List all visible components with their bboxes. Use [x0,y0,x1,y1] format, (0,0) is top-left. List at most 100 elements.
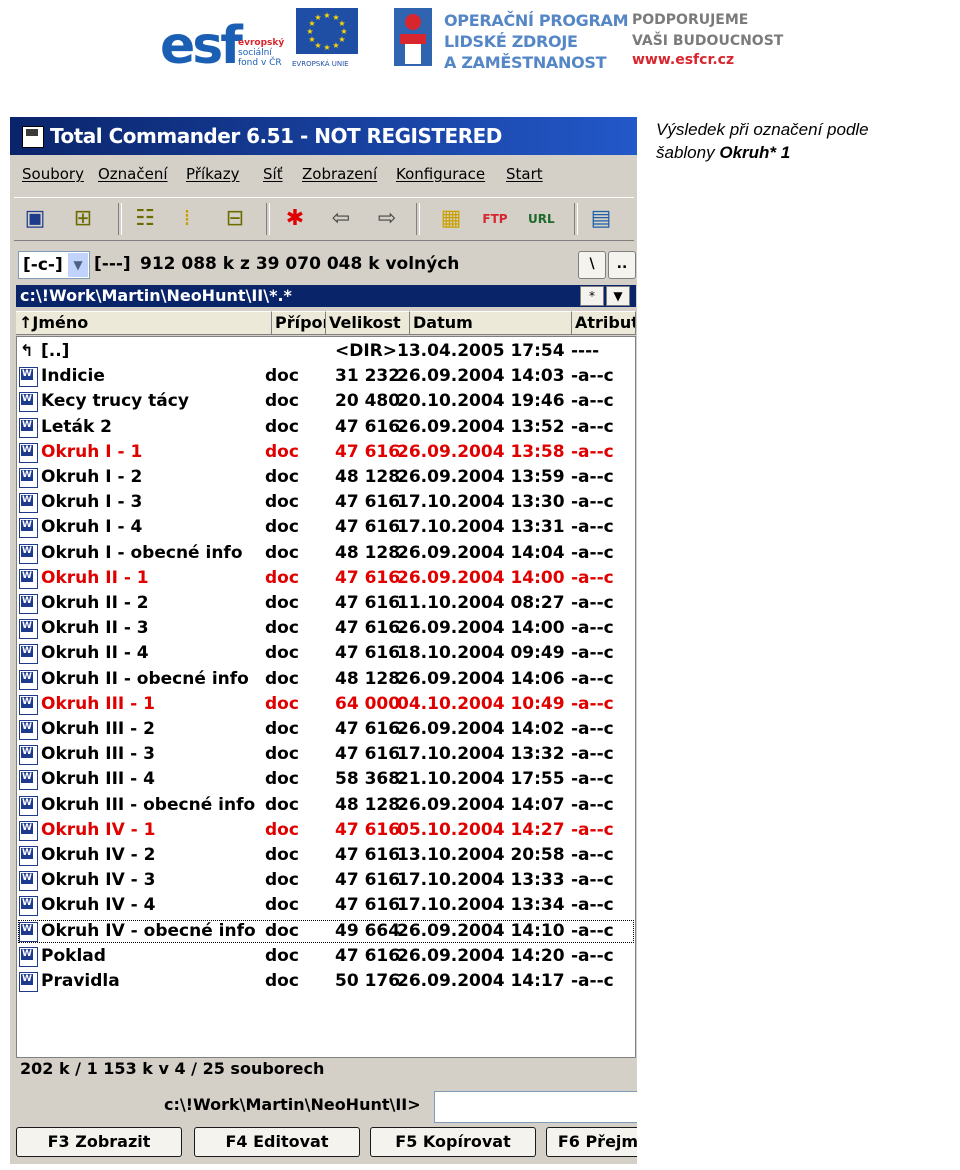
menu-prikazy[interactable]: Příkazy [186,165,239,183]
app-icon[interactable] [22,126,44,148]
toolbar-separator [416,203,420,235]
history-button[interactable]: * [580,286,604,306]
caption-template: Okruh* 1 [719,143,791,162]
file-row[interactable]: Okruh III - obecné info doc 48 12826.09.20… [17,793,635,818]
file-row[interactable]: Okruh II - obecné info doc 48 12826.09.200… [17,667,635,692]
command-line: c:\!Work\Martin\NeoHunt\II> [10,1089,637,1125]
column-attributes[interactable]: Atributy [572,311,636,335]
file-name: Okruh I - 1 [41,441,143,462]
word-document-icon [19,770,38,791]
file-extension: doc [265,845,299,865]
f6-move-button[interactable]: F6 Přejmenovat [546,1127,637,1157]
menu-sit[interactable]: Síť [263,165,283,183]
brief-view-icon[interactable]: ⁞ [174,206,200,232]
parent-dir-button[interactable]: .. [608,251,636,279]
refresh-icon[interactable]: ▣ [22,206,48,232]
file-row[interactable]: Okruh I - 3 doc 47 61617.10.2004 13:30 -a--… [17,490,635,515]
file-row[interactable]: Okruh II - 4 doc 47 61618.10.2004 09:49 -a-… [17,641,635,666]
file-size: 47 616 [335,416,401,437]
file-row[interactable]: Okruh III - 1 doc 64 00004.10.2004 10:49 -a… [17,692,635,717]
file-row[interactable]: Okruh IV - 4 doc 47 61617.10.2004 13:34 -a-… [17,893,635,918]
esf-logo: esf evropský sociální fond v ČR [160,4,292,74]
file-row[interactable]: Okruh IV - obecné info doc 49 66426.09.200… [17,919,635,944]
file-row[interactable]: Okruh II - 1 doc 47 61626.09.2004 14:00 -a-… [17,566,635,591]
file-name: Okruh II - 1 [41,567,149,588]
function-key-bar: F3 Zobrazit F4 Editovat F5 Kopírovat F6 … [10,1125,637,1161]
file-row[interactable]: Okruh II - 3 doc 47 61626.09.2004 14:00 -a-… [17,616,635,641]
file-date: 13.04.2005 17:54 [397,341,565,361]
file-row[interactable]: Leták 2 doc 47 61626.09.2004 13:52 -a--c [17,415,635,440]
menu-start[interactable]: Start [506,165,543,183]
file-row[interactable]: [..] <DIR>13.04.2005 17:54 ---- [17,339,635,364]
root-dir-button[interactable]: \ [578,251,606,279]
menu-oznaceni[interactable]: Označení [98,165,168,183]
file-size: 47 616 [335,618,401,639]
op-title: OPERAČNÍ PROGRAM LIDSKÉ ZDROJE A ZAMĚSTN… [444,11,629,72]
command-input[interactable] [434,1091,637,1123]
file-row[interactable]: Indicie doc 31 23226.09.2004 14:03 -a--c [17,364,635,389]
file-row[interactable]: Okruh I - obecné info doc 48 12826.09.2004… [17,541,635,566]
menu-zobrazeni[interactable]: Zobrazení [302,165,377,183]
file-size: 47 616 [335,492,401,513]
title-bar[interactable]: Total Commander 6.51 - NOT REGISTERED [10,117,637,155]
file-date: 26.09.2004 14:10 [397,920,565,941]
column-size[interactable]: Velikost [326,311,410,335]
file-row[interactable]: Okruh II - 2 doc 47 61611.10.2004 08:27 -a-… [17,591,635,616]
word-document-icon [19,392,38,413]
chevron-down-icon[interactable]: ▼ [68,253,88,277]
hotlist-button[interactable]: ▼ [606,286,630,306]
file-extension: doc [265,819,299,840]
menu-soubory[interactable]: Soubory [22,165,84,183]
column-extension[interactable]: Přípona [272,311,326,335]
file-row[interactable]: Okruh IV - 2 doc 47 61613.10.2004 20:58 -a-… [17,843,635,868]
url-icon[interactable]: URL [528,206,555,232]
file-row[interactable]: Okruh III - 4 doc 58 36821.10.2004 17:55 -a… [17,767,635,792]
f5-copy-button[interactable]: F5 Kopírovat [370,1127,536,1157]
file-row[interactable]: Okruh IV - 3 doc 47 61617.10.2004 13:33 -a-… [17,868,635,893]
full-view-icon[interactable]: ⊟ [222,206,248,232]
file-name: [..] [41,341,70,361]
file-date: 04.10.2004 10:49 [397,693,565,714]
forward-icon[interactable]: ⇨ [374,206,400,232]
file-row[interactable]: Okruh I - 4 doc 47 61617.10.2004 13:31 -a--… [17,515,635,540]
file-size: 47 616 [335,819,401,840]
file-attributes: -a--c [571,467,614,487]
back-icon[interactable]: ⇦ [328,206,354,232]
file-name: Poklad [41,945,106,966]
file-size: 47 616 [335,567,401,588]
column-date[interactable]: Datum [410,311,572,335]
notepad-icon[interactable]: ▤ [588,206,614,232]
file-attributes: -a--c [571,542,614,563]
ftp-icon[interactable]: FTP [482,206,508,232]
f3-view-button[interactable]: F3 Zobrazit [16,1127,182,1157]
file-row[interactable]: Pravidla doc 50 17626.09.2004 14:17 -a--c [17,969,635,994]
drive-select[interactable]: [-c-] ▼ [18,251,90,279]
f4-edit-button[interactable]: F4 Editovat [194,1127,360,1157]
caption-line2-prefix: šablony [656,143,715,162]
thumbnails-icon[interactable]: ☷ [132,206,158,232]
file-row[interactable]: Poklad doc 47 61626.09.2004 14:20 -a--c [17,944,635,969]
support-text: PODPORUJEME VAŠI BUDOUCNOST [632,12,784,49]
select-all-icon[interactable]: ✱ [282,206,308,232]
file-row[interactable]: Okruh I - 2 doc 48 12826.09.2004 13:59 -a--… [17,465,635,490]
file-name: Okruh I - obecné info [41,542,243,563]
file-extension: doc [265,870,299,891]
svg-text:★: ★ [314,13,321,22]
tree-icon[interactable]: ⊞ [70,206,96,232]
file-row[interactable]: Okruh III - 2 doc 47 61626.09.2004 14:02 -a… [17,717,635,742]
file-extension: doc [265,542,299,563]
file-row[interactable]: Okruh IV - 1 doc 47 61605.10.2004 14:27 -a-… [17,818,635,843]
file-date: 26.09.2004 14:06 [397,668,565,689]
file-row[interactable]: Okruh I - 1 doc 47 61626.09.2004 13:58 -a--… [17,440,635,465]
file-row[interactable]: Kecy trucy tácy doc 20 48020.10.2004 19:46… [17,389,635,414]
path-bar[interactable]: c:\!Work\Martin\NeoHunt\II\*.* * ▼ [16,285,636,307]
file-row[interactable]: Okruh III - 3 doc 47 61617.10.2004 13:32 -a… [17,742,635,767]
file-attributes: -a--c [571,643,614,664]
word-document-icon [19,896,38,917]
parent-dir-icon [19,342,36,360]
file-list[interactable]: [..] <DIR>13.04.2005 17:54 ---- Indicie doc 3… [16,336,636,1058]
menu-konfigurace[interactable]: Konfigurace [396,165,485,183]
column-name[interactable]: ↑Jméno [16,311,272,335]
pack-icon[interactable]: ▦ [438,206,464,232]
file-date: 26.09.2004 14:03 [397,366,565,387]
